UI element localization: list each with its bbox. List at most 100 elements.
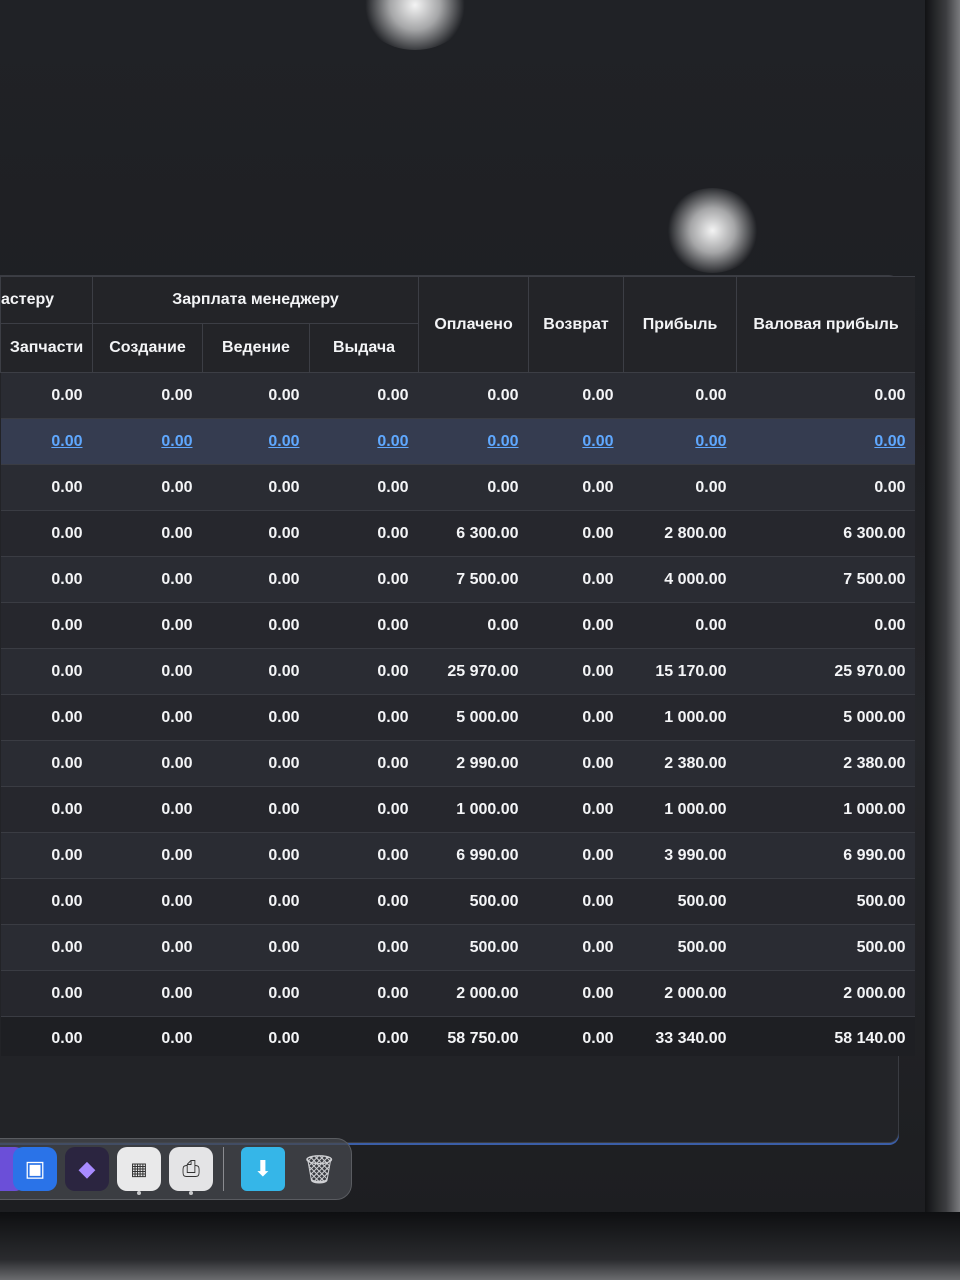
table-cell[interactable]: 0.00 xyxy=(736,418,915,465)
cell-link[interactable]: 0.00 xyxy=(487,433,518,450)
table-cell: 0.00 xyxy=(736,372,915,419)
cell-value: 0.00 xyxy=(268,478,300,496)
cell-value: 0.00 xyxy=(161,846,193,864)
table-cell: 0.00 xyxy=(528,464,624,511)
cell-value: 2 000.00 xyxy=(843,984,906,1002)
cell-value: 0.00 xyxy=(582,570,614,588)
cell-link[interactable]: 0.00 xyxy=(377,433,408,450)
table-cell: 0.00 xyxy=(0,740,93,787)
cell-value: 33 340.00 xyxy=(655,1030,727,1047)
trash-icon[interactable]: 🗑 xyxy=(297,1147,341,1191)
cell-value: 0.00 xyxy=(582,662,614,680)
table-row[interactable]: 0.00 0.00 0.00 0.00 500.00 0.00 500.00 500.00 xyxy=(0,878,915,925)
cell-link[interactable]: 0.00 xyxy=(874,433,905,450)
table-row[interactable]: 0.00 0.00 0.00 0.00 2 000.00 0.00 2 000.00 2 00… xyxy=(0,970,915,1017)
cell-value: 0.00 xyxy=(487,386,519,404)
table-cell: 0.00 xyxy=(309,878,419,925)
table-row[interactable]: 0.00 0.00 0.00 0.00 0.00 0.00 0.00 0.00 xyxy=(0,418,915,465)
table-row[interactable]: 0.00 0.00 0.00 0.00 500.00 0.00 500.00 500.00 xyxy=(0,924,915,971)
cell-value: 0.00 xyxy=(268,1030,300,1047)
table-row[interactable]: 0.00 0.00 0.00 0.00 25 970.00 0.00 15 170.00 25… xyxy=(0,648,915,695)
table-cell: 500.00 xyxy=(418,878,529,925)
cell-value: 2 990.00 xyxy=(456,754,519,772)
table-cell: 0.00 xyxy=(202,970,310,1017)
header-parts[interactable]: Запчасти xyxy=(0,323,93,373)
finder-windows-icon[interactable]: ▣ xyxy=(13,1147,57,1191)
calculator-icon[interactable]: ▦ xyxy=(117,1147,161,1191)
header-group-manager-salary: Зарплата менеджеру xyxy=(91,276,420,324)
header-paid[interactable]: Оплачено xyxy=(418,276,530,373)
table-cell[interactable]: 0.00 xyxy=(202,418,310,465)
table-cell: 2 990.00 xyxy=(418,740,529,787)
obsidian-icon[interactable]: ◆ xyxy=(65,1147,109,1191)
cell-value: 0.00 xyxy=(377,662,409,680)
cell-value: 1 000.00 xyxy=(664,708,727,726)
cell-value: 0.00 xyxy=(582,616,614,634)
table-row[interactable]: 0.00 0.00 0.00 0.00 6 990.00 0.00 3 990.00 6 99… xyxy=(0,832,915,879)
header-issuance[interactable]: Выдача xyxy=(308,323,420,373)
table-row[interactable]: 0.00 0.00 0.00 0.00 6 300.00 0.00 2 800.00 6 30… xyxy=(0,510,915,557)
header-profit[interactable]: Прибыль xyxy=(623,276,738,373)
downloads-folder-icon[interactable]: ⬇ xyxy=(241,1147,285,1191)
table-cell[interactable]: 0.00 xyxy=(92,418,203,465)
table-row[interactable]: 0.00 0.00 0.00 0.00 5 000.00 0.00 1 000.00 5 00… xyxy=(0,694,915,741)
table-row[interactable]: 0.00 0.00 0.00 0.00 0.00 0.00 0.00 0.00 xyxy=(0,602,915,649)
table-cell: 0.00 xyxy=(0,602,93,649)
table-cell[interactable]: 0.00 xyxy=(623,418,737,465)
table-cell[interactable]: 0.00 xyxy=(528,418,624,465)
table-row[interactable]: 0.00 0.00 0.00 0.00 0.00 0.00 0.00 0.00 xyxy=(0,464,915,511)
table-cell: 4 000.00 xyxy=(623,556,737,603)
cell-value: 0.00 xyxy=(377,846,409,864)
header-creation[interactable]: Создание xyxy=(92,323,203,373)
cell-value: 0.00 xyxy=(377,708,409,726)
table-cell: 2 380.00 xyxy=(623,740,737,787)
header-gross-profit[interactable]: Валовая прибыль xyxy=(736,276,915,373)
cell-value: 0.00 xyxy=(582,1030,614,1047)
cell-value: 0.00 xyxy=(582,386,614,404)
table-row[interactable]: 0.00 0.00 0.00 0.00 1 000.00 0.00 1 000.00 1 00… xyxy=(0,786,915,833)
cell-value: 0.00 xyxy=(268,708,300,726)
cell-link[interactable]: 0.00 xyxy=(161,433,192,450)
cell-value: 0.00 xyxy=(51,570,83,588)
table-cell: 0.00 xyxy=(92,1016,203,1056)
cell-link[interactable]: 0.00 xyxy=(695,433,726,450)
table-cell: 0.00 xyxy=(92,924,203,971)
printer-icon[interactable]: ⎙ xyxy=(169,1147,213,1191)
table-cell: 0.00 xyxy=(202,648,310,695)
total-row[interactable]: 0.00 0.00 0.00 0.00 58 750.00 0.00 33 340.00 58… xyxy=(0,1016,915,1056)
table-row[interactable]: 0.00 0.00 0.00 0.00 0.00 0.00 0.00 0.00 xyxy=(0,372,915,419)
cell-value: 0.00 xyxy=(161,570,193,588)
table-cell: 0.00 xyxy=(0,924,93,971)
table-cell[interactable]: 0.00 xyxy=(0,418,93,465)
cell-value: 0.00 xyxy=(268,570,300,588)
table-cell: 2 000.00 xyxy=(623,970,737,1017)
table-cell: 0.00 xyxy=(736,464,915,511)
cell-value: 0.00 xyxy=(582,524,614,542)
table-cell: 7 500.00 xyxy=(418,556,529,603)
cell-value: 0.00 xyxy=(268,524,300,542)
table-cell: 2 380.00 xyxy=(736,740,915,787)
header-management[interactable]: Ведение xyxy=(202,323,310,373)
cell-value: 0.00 xyxy=(268,984,300,1002)
cell-link[interactable]: 0.00 xyxy=(51,433,82,450)
table-row[interactable]: 0.00 0.00 0.00 0.00 7 500.00 0.00 4 000.00 7 50… xyxy=(0,556,915,603)
header-refund[interactable]: Возврат xyxy=(528,276,625,373)
cell-value: 500.00 xyxy=(469,938,519,956)
cell-value: 0.00 xyxy=(582,478,614,496)
table-row[interactable]: 0.00 0.00 0.00 0.00 2 990.00 0.00 2 380.00 2 38… xyxy=(0,740,915,787)
report-table-body: 0.00 0.00 0.00 0.00 0.00 0.00 0.00 0.00 0.00 0.00… xyxy=(0,372,915,1056)
cell-link[interactable]: 0.00 xyxy=(582,433,613,450)
table-cell[interactable]: 0.00 xyxy=(309,418,419,465)
cell-value: 0.00 xyxy=(268,662,300,680)
table-cell: 0.00 xyxy=(202,832,310,879)
table-cell[interactable]: 0.00 xyxy=(418,418,529,465)
table-cell: 0.00 xyxy=(736,602,915,649)
table-cell: 2 000.00 xyxy=(418,970,529,1017)
report-window: астеру Зарплата менеджеру Оплачено Возвр… xyxy=(0,275,915,1143)
cell-value: 58 750.00 xyxy=(447,1030,519,1047)
table-cell: 0.00 xyxy=(202,510,310,557)
cell-link[interactable]: 0.00 xyxy=(268,433,299,450)
cell-value: 25 970.00 xyxy=(834,662,906,680)
table-cell: 0.00 xyxy=(309,510,419,557)
table-cell: 6 990.00 xyxy=(418,832,529,879)
